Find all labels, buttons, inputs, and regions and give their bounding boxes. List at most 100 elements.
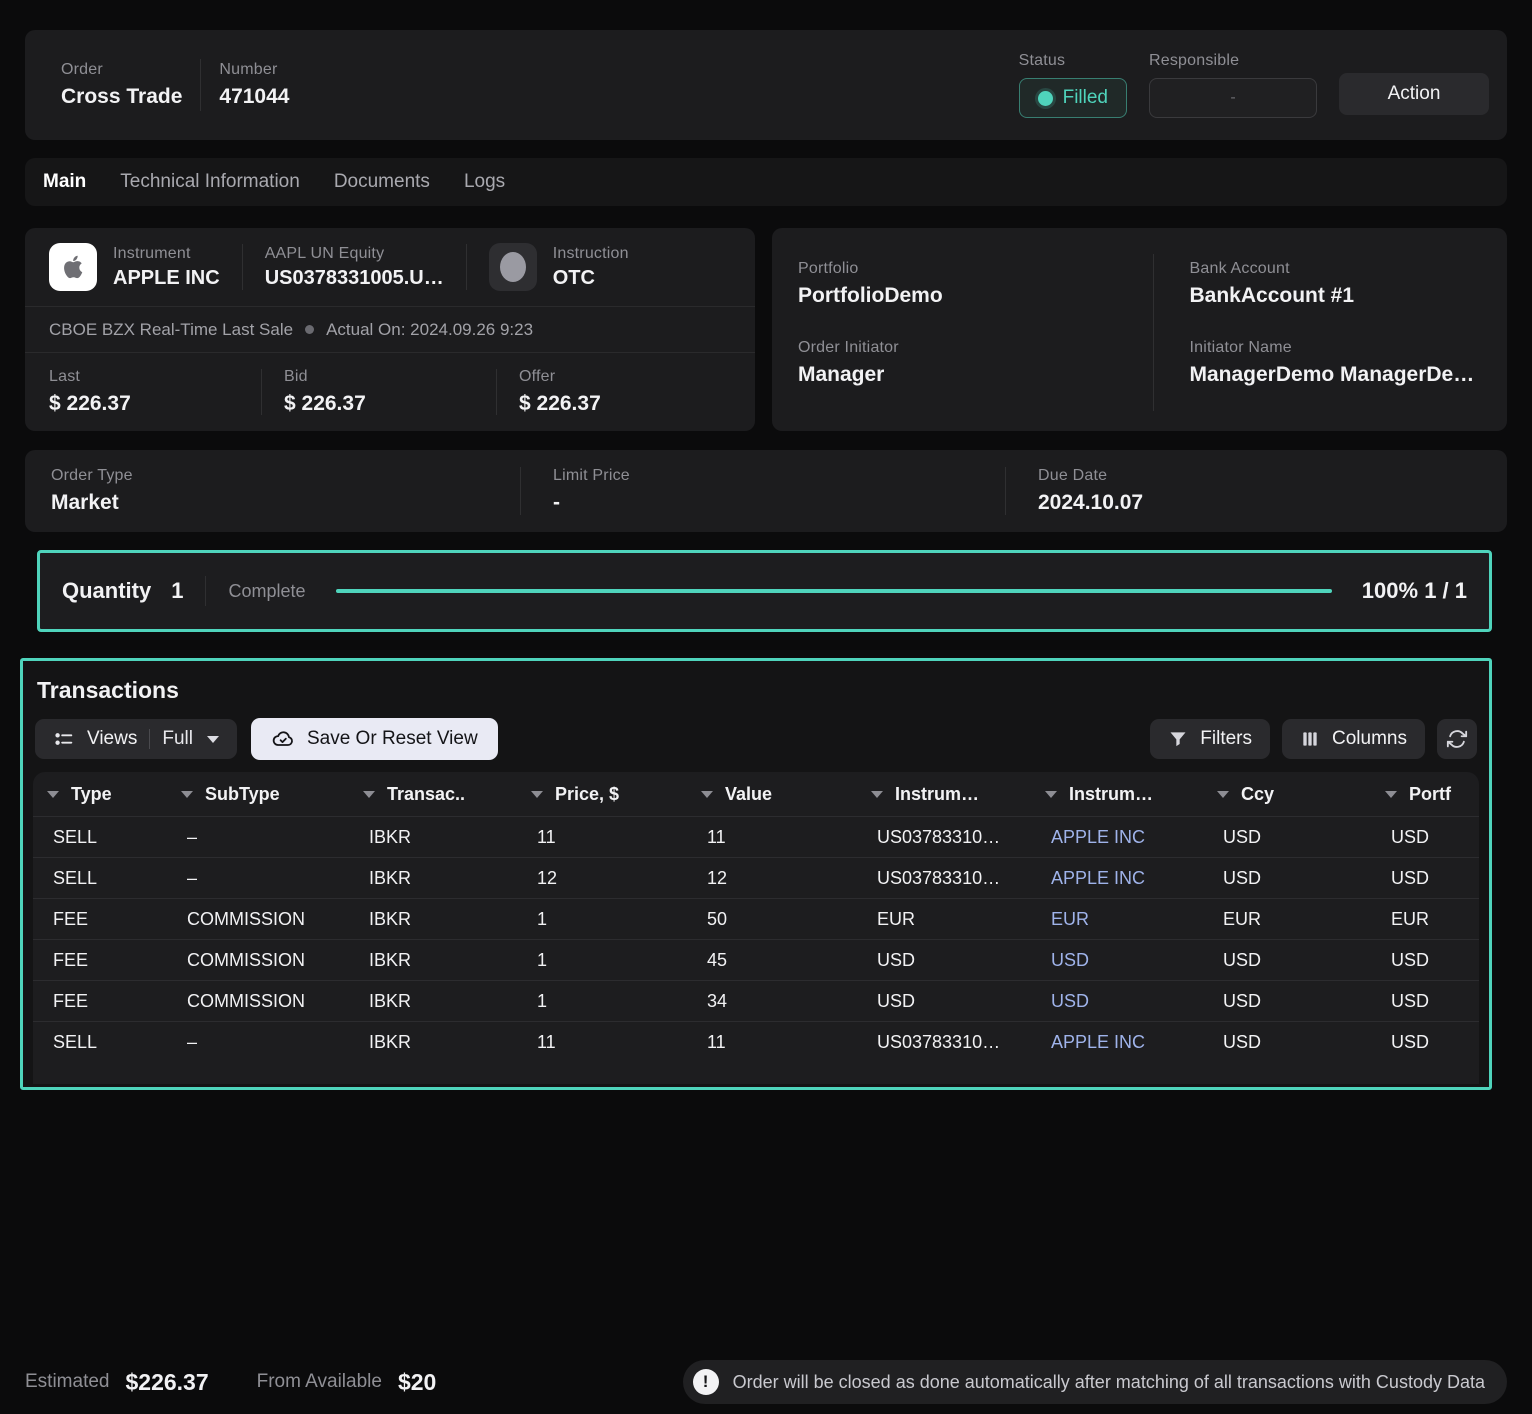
sort-caret-icon[interactable] <box>1045 791 1057 798</box>
status-dot-icon <box>1038 91 1053 106</box>
sort-caret-icon[interactable] <box>871 791 883 798</box>
table-cell: USD <box>1371 868 1479 889</box>
column-header-ccy[interactable]: Ccy <box>1203 784 1371 805</box>
table-cell: COMMISSION <box>167 950 349 971</box>
table-cell: 50 <box>687 909 857 930</box>
instrument-link-cell[interactable]: USD <box>1031 991 1203 1012</box>
order-initiator-label: Order Initiator <box>798 339 899 356</box>
instrument-link-cell[interactable]: EUR <box>1031 909 1203 930</box>
exclamation-icon: ! <box>693 1369 719 1395</box>
table-cell: USD <box>857 991 1031 1012</box>
offer-value: $ 226.37 <box>519 392 731 416</box>
refresh-button[interactable] <box>1437 719 1477 759</box>
columns-button[interactable]: Columns <box>1282 719 1425 759</box>
table-cell: USD <box>1203 950 1371 971</box>
order-label: Order <box>61 61 103 78</box>
sort-caret-icon[interactable] <box>1217 791 1229 798</box>
table-cell: USD <box>857 950 1031 971</box>
filters-button[interactable]: Filters <box>1150 719 1270 759</box>
transactions-section: Transactions Views Full Save Or Reset Vi… <box>20 658 1492 1090</box>
number-value: 471044 <box>219 85 289 109</box>
table-cell: EUR <box>857 909 1031 930</box>
instruction-value: OTC <box>553 267 629 290</box>
responsible-input[interactable] <box>1149 78 1317 118</box>
column-header-instrum-[interactable]: Instrum… <box>1031 784 1203 805</box>
table-cell: – <box>167 827 349 848</box>
sort-caret-icon[interactable] <box>701 791 713 798</box>
table-cell: USD <box>1371 1032 1479 1053</box>
tab-logs[interactable]: Logs <box>464 171 505 193</box>
table-row[interactable]: FEECOMMISSIONIBKR134USDUSDUSDUSD <box>33 980 1479 1021</box>
quantity-status: Complete <box>228 581 305 602</box>
instrument-link-cell[interactable]: USD <box>1031 950 1203 971</box>
instrument-name-field: Instrument APPLE INC <box>113 245 220 290</box>
instrument-value: APPLE INC <box>113 267 220 290</box>
table-cell: FEE <box>33 950 167 971</box>
sort-caret-icon[interactable] <box>1385 791 1397 798</box>
number-field: Number 471044 <box>201 61 307 109</box>
status-value: Filled <box>1063 87 1108 109</box>
column-header-type[interactable]: Type <box>33 784 167 805</box>
sort-caret-icon[interactable] <box>531 791 543 798</box>
portfolio-value: PortfolioDemo <box>798 284 1153 308</box>
column-header-portf[interactable]: Portf <box>1371 784 1479 805</box>
column-label: Value <box>725 784 772 805</box>
limit-price-value: - <box>553 491 1005 515</box>
column-header-transac-[interactable]: Transac.. <box>349 784 517 805</box>
table-cell: USD <box>1371 991 1479 1012</box>
sort-caret-icon[interactable] <box>363 791 375 798</box>
tab-documents[interactable]: Documents <box>334 171 430 193</box>
tab-main[interactable]: Main <box>43 171 86 193</box>
initiator-name-field: Initiator Name ManagerDemo ManagerDe… <box>1153 333 1508 412</box>
tab-technical-information[interactable]: Technical Information <box>120 171 300 193</box>
column-label: Instrum… <box>895 784 979 805</box>
feed-actual: Actual On: 2024.09.26 9:23 <box>326 320 533 340</box>
table-cell: 45 <box>687 950 857 971</box>
transactions-toolbar: Views Full Save Or Reset View Filters Co… <box>35 718 1477 760</box>
order-settings-row: Order Type Market Limit Price - Due Date… <box>25 450 1507 532</box>
table-cell: USD <box>1203 991 1371 1012</box>
column-header-value[interactable]: Value <box>687 784 857 805</box>
column-label: Portf <box>1409 784 1451 805</box>
table-row[interactable]: FEECOMMISSIONIBKR145USDUSDUSDUSD <box>33 939 1479 980</box>
from-available-label: From Available <box>257 1371 382 1393</box>
order-type-label: Order Type <box>51 467 520 485</box>
action-button[interactable]: Action <box>1339 73 1489 115</box>
limit-price-field: Limit Price - <box>520 467 1005 515</box>
table-row[interactable]: SELL–IBKR1111US03783310…APPLE INCUSDUSD <box>33 1021 1479 1062</box>
filters-label: Filters <box>1200 728 1252 750</box>
table-row[interactable]: SELL–IBKR1111US03783310…APPLE INCUSDUSD <box>33 816 1479 857</box>
filter-funnel-icon <box>1168 729 1188 749</box>
info-banner: ! Order will be closed as done automatic… <box>683 1360 1507 1404</box>
column-header-price-[interactable]: Price, $ <box>517 784 687 805</box>
table-row[interactable]: SELL–IBKR1212US03783310…APPLE INCUSDUSD <box>33 857 1479 898</box>
instrument-link-cell[interactable]: APPLE INC <box>1031 868 1203 889</box>
instrument-link-cell[interactable]: APPLE INC <box>1031 827 1203 848</box>
bank-account-label: Bank Account <box>1190 260 1290 277</box>
order-page: Order Cross Trade Number 471044 Status F… <box>0 0 1532 1414</box>
instrument-link-cell[interactable]: APPLE INC <box>1031 1032 1203 1053</box>
sort-caret-icon[interactable] <box>47 791 59 798</box>
otc-circle-icon <box>500 252 526 282</box>
divider <box>205 576 206 606</box>
sort-caret-icon[interactable] <box>181 791 193 798</box>
views-button[interactable]: Views Full <box>35 719 237 759</box>
instruction-label: Instruction <box>553 245 629 262</box>
offer-label: Offer <box>519 368 731 386</box>
table-cell: 12 <box>517 868 687 889</box>
order-field: Order Cross Trade <box>43 61 200 109</box>
order-header: Order Cross Trade Number 471044 Status F… <box>25 30 1507 140</box>
table-row[interactable]: FEECOMMISSIONIBKR150EUREUREUREUR <box>33 898 1479 939</box>
table-cell: COMMISSION <box>167 991 349 1012</box>
progress-line <box>336 589 1332 593</box>
save-or-reset-label: Save Or Reset View <box>307 728 478 750</box>
table-cell: SELL <box>33 868 167 889</box>
order-initiator-value: Manager <box>798 363 1153 387</box>
save-or-reset-view-button[interactable]: Save Or Reset View <box>251 718 498 760</box>
table-cell: 11 <box>687 1032 857 1053</box>
views-selected-value: Full <box>162 728 193 750</box>
column-header-instrum-[interactable]: Instrum… <box>857 784 1031 805</box>
quote-bid: Bid $ 226.37 <box>284 368 496 416</box>
column-header-subtype[interactable]: SubType <box>167 784 349 805</box>
from-available-value: $20 <box>398 1369 436 1396</box>
